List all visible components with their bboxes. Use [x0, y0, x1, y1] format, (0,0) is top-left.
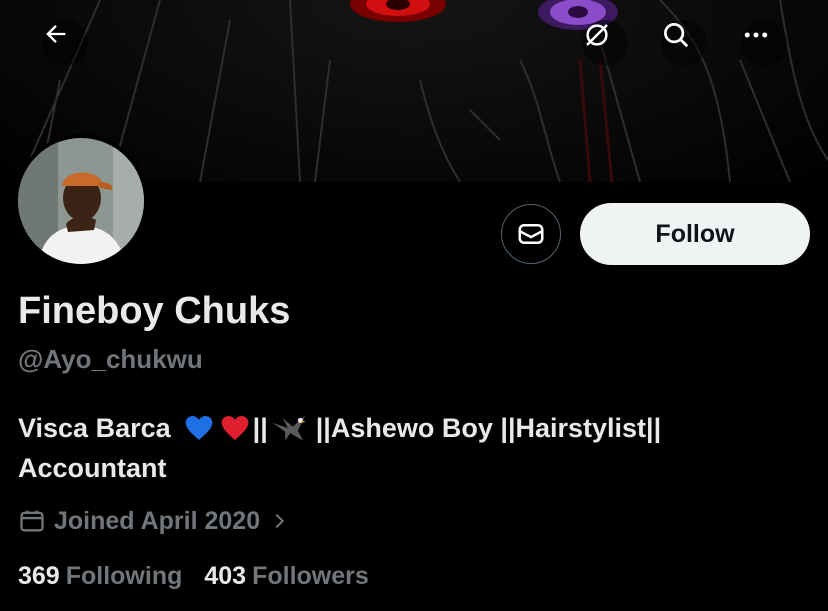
avatar[interactable] — [14, 134, 148, 268]
bio-text-suffix: ||Ashewo Boy ||Hairstylist|| — [315, 413, 662, 443]
back-arrow-icon — [46, 25, 66, 43]
translate-button[interactable] — [582, 20, 628, 66]
blue-heart-icon — [185, 416, 212, 440]
search-button[interactable] — [661, 20, 707, 66]
following-link[interactable]: 369 Following — [18, 562, 182, 591]
follow-button-label: Follow — [655, 219, 735, 248]
avatar-photo — [18, 138, 144, 264]
chevron-right-icon — [275, 513, 285, 529]
more-button[interactable] — [741, 20, 787, 66]
bio-text-line2: Accountant — [18, 453, 167, 483]
user-handle: @Ayo_chukwu — [18, 344, 203, 374]
message-button[interactable] — [501, 204, 561, 264]
profile-stats: 369 Following 403 Followers — [18, 562, 391, 591]
joined-date[interactable]: Joined April 2020 — [18, 504, 290, 538]
envelope-icon — [518, 224, 544, 244]
joined-text: Joined April 2020 — [54, 506, 261, 535]
followers-count: 403 — [204, 562, 247, 590]
translate-off-icon — [586, 24, 608, 46]
followers-label: Followers — [252, 562, 369, 590]
search-icon — [664, 23, 689, 48]
display-name: Fineboy Chuks — [18, 290, 291, 332]
bio-separator: || — [252, 413, 268, 443]
bio-line-1: Visca Barca || ||Ashewo Boy ||Hairstylis… — [18, 408, 808, 448]
following-label: Following — [65, 562, 183, 590]
calendar-icon — [20, 510, 44, 532]
eagle-icon — [272, 415, 306, 441]
bio-text-prefix: Visca Barca — [18, 413, 171, 443]
profile-bio: Visca Barca || ||Ashewo Boy ||Hairstylis… — [18, 408, 808, 488]
follow-button[interactable]: Follow — [580, 203, 810, 265]
red-heart-icon — [221, 416, 248, 440]
followers-link[interactable]: 403 Followers — [204, 562, 368, 591]
back-button[interactable] — [42, 20, 88, 66]
more-icon — [744, 32, 768, 38]
bio-line-2: Accountant — [18, 448, 808, 488]
following-count: 369 — [18, 562, 60, 590]
